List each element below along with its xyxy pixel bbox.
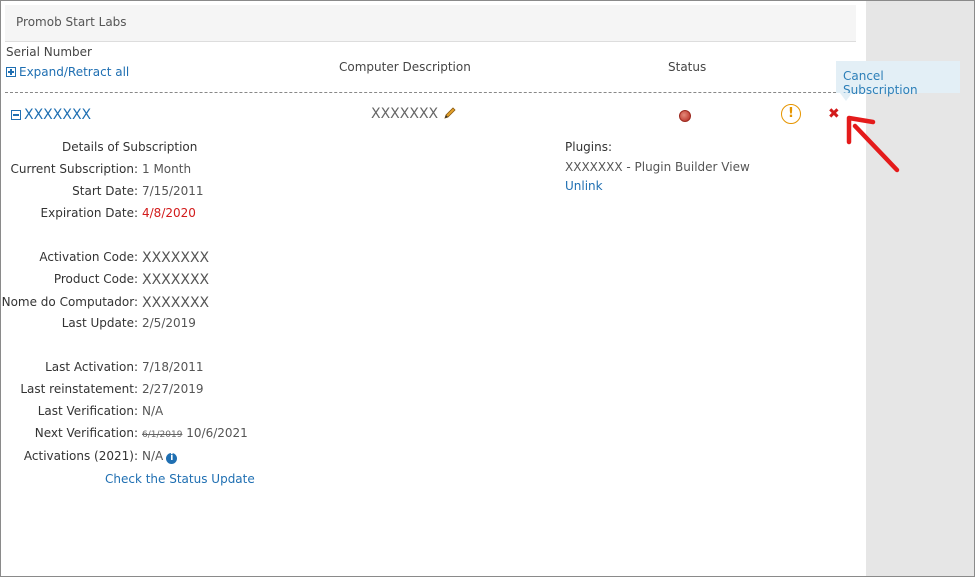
details-block: Details of Subscription Current Subscrip… xyxy=(0,0,300,577)
status-indicator-icon xyxy=(679,110,691,122)
activations-label: Activations (2021): xyxy=(23,449,138,463)
status-header: Status xyxy=(668,60,707,74)
current-subscription-label: Current Subscription: xyxy=(10,162,139,176)
product-code-label: Product Code: xyxy=(53,272,138,286)
check-status-update-link[interactable]: Check the Status Update xyxy=(105,472,255,486)
description-text: XXXXXXX xyxy=(371,106,439,122)
activation-code-label: Activation Code: xyxy=(39,250,138,264)
current-subscription-value: 1 Month xyxy=(142,162,192,176)
next-verification-new-value: 10/6/2021 xyxy=(186,426,248,440)
next-verification-value: 6/1/2019 10/6/2021 xyxy=(142,426,248,440)
edit-pencil-icon[interactable] xyxy=(443,106,457,120)
computer-description-header: Computer Description xyxy=(339,60,471,74)
computer-description-value: XXXXXXX xyxy=(371,106,457,122)
info-icon[interactable]: i xyxy=(166,453,178,464)
warning-icon[interactable]: ! xyxy=(781,104,801,124)
last-update-value: 2/5/2019 xyxy=(142,316,196,330)
details-heading: Details of Subscription xyxy=(62,140,198,154)
computer-name-label: Nome do Computador: xyxy=(1,295,138,309)
start-date-value: 7/15/2011 xyxy=(142,184,204,198)
red-arrow-annotation xyxy=(846,115,900,173)
start-date-label: Start Date: xyxy=(72,184,138,198)
last-update-label: Last Update: xyxy=(61,316,138,330)
last-activation-label: Last Activation: xyxy=(45,360,138,374)
plugins-label: Plugins: xyxy=(565,140,613,154)
next-verification-old-value: 6/1/2019 xyxy=(142,430,183,440)
last-reinstatement-value: 2/27/2019 xyxy=(142,382,204,396)
last-reinstatement-label: Last reinstatement: xyxy=(20,382,138,396)
activations-value: N/A i xyxy=(142,449,178,464)
product-code-value: XXXXXXX xyxy=(142,272,210,288)
expiration-date-label: Expiration Date: xyxy=(40,206,138,220)
last-verification-label: Last Verification: xyxy=(37,404,138,418)
activation-code-value: XXXXXXX xyxy=(142,250,210,266)
last-verification-value: N/A xyxy=(142,404,164,418)
cancel-subscription-tooltip: Cancel Subscription xyxy=(836,61,960,101)
activations-text: N/A xyxy=(142,449,164,463)
last-activation-value: 7/18/2011 xyxy=(142,360,204,374)
computer-name-value: XXXXXXX xyxy=(142,295,210,311)
plugin-item: XXXXXXX - Plugin Builder View xyxy=(565,160,750,174)
expiration-date-value: 4/8/2020 xyxy=(142,206,196,220)
next-verification-label: Next Verification: xyxy=(34,426,138,440)
unlink-link[interactable]: Unlink xyxy=(565,179,603,193)
